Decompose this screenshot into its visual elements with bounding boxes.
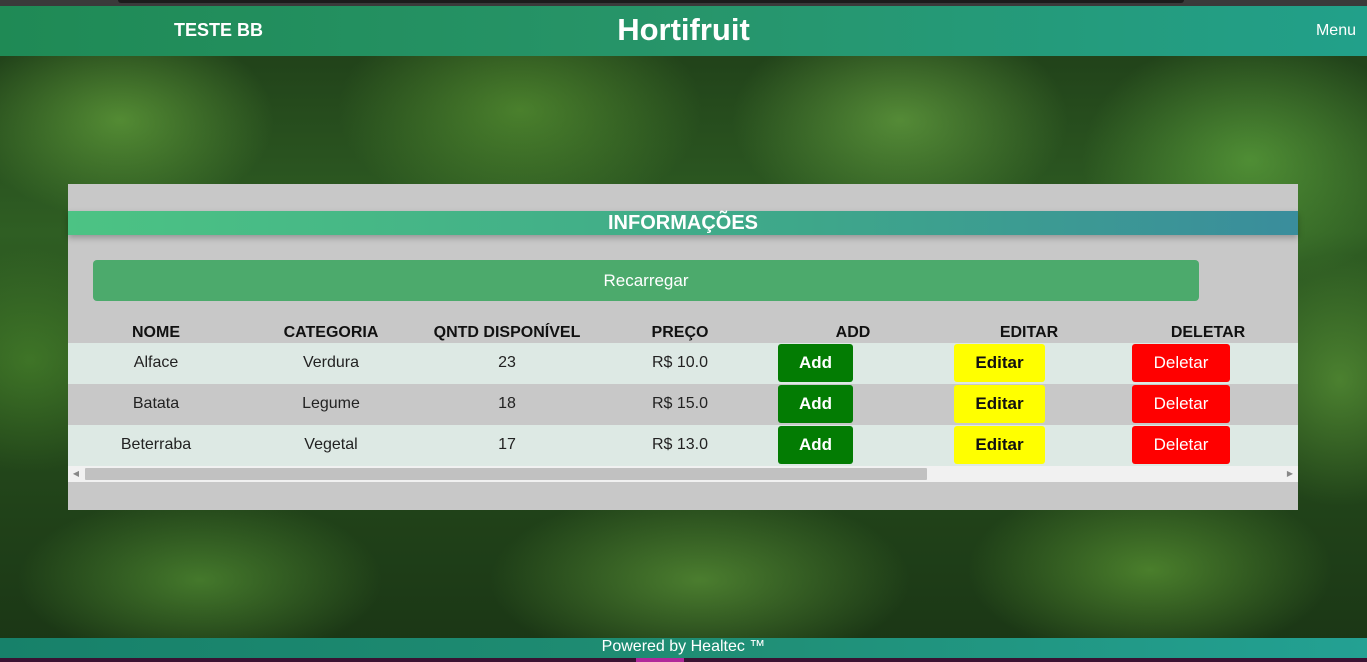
info-panel: INFORMAÇÕES Recarregar NOME CATEGORIA QN…: [68, 184, 1298, 510]
column-header-nome: NOME: [132, 324, 180, 341]
bottom-strip: [0, 658, 1367, 662]
delete-button[interactable]: Deletar: [1132, 385, 1230, 423]
cell-preco: R$ 10.0: [651, 354, 709, 371]
cell-preco: R$ 13.0: [651, 436, 709, 453]
cell-qntd: 17: [498, 436, 516, 453]
delete-button[interactable]: Deletar: [1132, 344, 1230, 382]
cell-categoria: Verdura: [302, 354, 360, 371]
add-button[interactable]: Add: [778, 385, 853, 423]
table-row: Beterraba Vegetal 17 R$ 13.0 Add Editar …: [68, 425, 1298, 466]
column-header-categoria: CATEGORIA: [283, 324, 379, 341]
column-header-preco: PREÇO: [651, 324, 709, 341]
edit-button[interactable]: Editar: [954, 344, 1045, 382]
scroll-right-arrow-icon[interactable]: ▶: [1282, 466, 1298, 482]
table-row: Alface Verdura 23 R$ 10.0 Add Editar Del…: [68, 343, 1298, 384]
panel-header: INFORMAÇÕES: [68, 211, 1298, 235]
cell-nome: Beterraba: [120, 436, 192, 453]
cell-nome: Batata: [132, 395, 180, 412]
cell-categoria: Vegetal: [304, 436, 358, 453]
cell-qntd: 18: [498, 395, 516, 412]
cell-preco: R$ 15.0: [651, 395, 709, 412]
column-header-add: ADD: [835, 324, 871, 341]
table-header-row: NOME CATEGORIA QNTD DISPONÍVEL PREÇO ADD…: [68, 324, 1298, 344]
navbar: TESTE BB Hortifruit Menu: [0, 6, 1367, 56]
cell-categoria: Legume: [302, 395, 360, 412]
cell-nome: Alface: [133, 354, 179, 371]
column-header-qntd: QNTD DISPONÍVEL: [433, 324, 581, 341]
reload-button[interactable]: Recarregar: [93, 260, 1199, 301]
add-button[interactable]: Add: [778, 426, 853, 464]
delete-button[interactable]: Deletar: [1132, 426, 1230, 464]
column-header-deletar: DELETAR: [1170, 324, 1246, 341]
column-header-editar: EDITAR: [999, 324, 1059, 341]
edit-button[interactable]: Editar: [954, 426, 1045, 464]
scroll-left-arrow-icon[interactable]: ◀: [68, 466, 84, 482]
footer: Powered by Healtec ™: [0, 638, 1367, 658]
horizontal-scrollbar[interactable]: ◀ ▶: [68, 466, 1298, 482]
app-title: Hortifruit: [617, 12, 750, 47]
browser-tab-shadow: [118, 0, 1184, 3]
edit-button[interactable]: Editar: [954, 385, 1045, 423]
scrollbar-thumb[interactable]: [85, 468, 927, 480]
add-button[interactable]: Add: [778, 344, 853, 382]
menu-link[interactable]: Menu: [1316, 22, 1356, 40]
cell-qntd: 23: [498, 354, 516, 371]
table-row: Batata Legume 18 R$ 15.0 Add Editar Dele…: [68, 384, 1298, 425]
bottom-strip-marker: [636, 658, 684, 662]
